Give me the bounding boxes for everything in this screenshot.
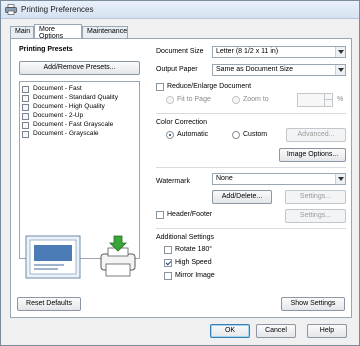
zoom-to-label: Zoom to xyxy=(243,96,269,103)
rotate-180-checkbox[interactable] xyxy=(164,246,172,254)
show-settings-button[interactable]: Show Settings xyxy=(281,297,345,311)
watermark-select[interactable]: None xyxy=(212,173,346,185)
mirror-image-label: Mirror Image xyxy=(175,272,215,279)
zoom-unit-label: % xyxy=(337,96,344,103)
document-icon xyxy=(22,131,29,138)
advanced-button[interactable]: Advanced... xyxy=(286,128,346,142)
header-footer-checkbox[interactable] xyxy=(156,211,164,219)
color-correction-title: Color Correction xyxy=(156,119,207,126)
chevron-down-icon xyxy=(335,47,345,57)
color-automatic-radio[interactable] xyxy=(166,131,174,139)
window-title: Printing Preferences xyxy=(21,5,94,14)
high-speed-checkbox[interactable] xyxy=(164,259,172,267)
tab-maintenance[interactable]: Maintenance xyxy=(82,26,128,38)
printer-icon xyxy=(5,4,17,15)
tab-main[interactable]: Main xyxy=(10,26,34,38)
reset-defaults-button[interactable]: Reset Defaults xyxy=(17,297,81,311)
divider xyxy=(156,113,346,114)
high-speed-label: High Speed xyxy=(175,259,212,266)
divider xyxy=(156,228,346,229)
header-footer-settings-button[interactable]: Settings... xyxy=(285,209,346,223)
document-icon xyxy=(22,122,29,129)
header-footer-label: Header/Footer xyxy=(167,211,213,218)
color-custom-label: Custom xyxy=(243,131,268,138)
chevron-down-icon xyxy=(335,174,345,184)
reduce-enlarge-label: Reduce/Enlarge Document xyxy=(167,83,252,90)
fit-to-page-radio[interactable] xyxy=(166,96,174,104)
ok-button[interactable]: OK xyxy=(210,324,250,338)
add-remove-presets-button[interactable]: Add/Remove Presets... xyxy=(19,61,140,75)
reduce-enlarge-checkbox[interactable] xyxy=(156,83,164,91)
cancel-button[interactable]: Cancel xyxy=(256,324,296,338)
color-automatic-label: Automatic xyxy=(177,131,209,138)
divider xyxy=(156,167,346,168)
stepper-down-icon[interactable] xyxy=(324,100,332,106)
watermark-label: Watermark xyxy=(156,178,190,185)
additional-settings-title: Additional Settings xyxy=(156,234,214,241)
watermark-settings-button[interactable]: Settings... xyxy=(285,190,346,204)
zoom-percent-stepper[interactable] xyxy=(297,93,333,107)
printer-status-icon xyxy=(100,235,136,277)
document-size-label: Document Size xyxy=(156,48,204,55)
document-icon xyxy=(22,86,29,93)
more-options-pane: Printing Presets Add/Remove Presets... D… xyxy=(10,38,352,318)
zoom-to-radio[interactable] xyxy=(232,96,240,104)
tab-more-options[interactable]: More Options xyxy=(34,24,82,40)
presets-list[interactable]: Document - Fast Document - Standard Qual… xyxy=(19,81,140,259)
rotate-180-label: Rotate 180° xyxy=(175,246,213,253)
output-paper-select[interactable]: Same as Document Size xyxy=(212,64,346,76)
color-custom-radio[interactable] xyxy=(232,131,240,139)
presets-title: Printing Presets xyxy=(19,46,73,53)
document-icon xyxy=(22,104,29,111)
image-options-button[interactable]: Image Options... xyxy=(279,148,346,162)
fit-to-page-label: Fit to Page xyxy=(177,96,211,103)
mirror-image-checkbox[interactable] xyxy=(164,272,172,280)
title-bar: Printing Preferences xyxy=(1,1,359,19)
two-up-icon xyxy=(22,113,29,120)
help-button[interactable]: Help xyxy=(307,324,347,338)
document-icon xyxy=(22,95,29,102)
output-paper-label: Output Paper xyxy=(156,66,198,73)
chevron-down-icon xyxy=(335,65,345,75)
printing-preferences-window: Printing Preferences Main More Options M… xyxy=(0,0,360,346)
add-delete-watermark-button[interactable]: Add/Delete... xyxy=(212,190,272,204)
page-preview-icon xyxy=(25,235,81,279)
document-size-select[interactable]: Letter (8 1/2 x 11 in) xyxy=(212,46,346,58)
